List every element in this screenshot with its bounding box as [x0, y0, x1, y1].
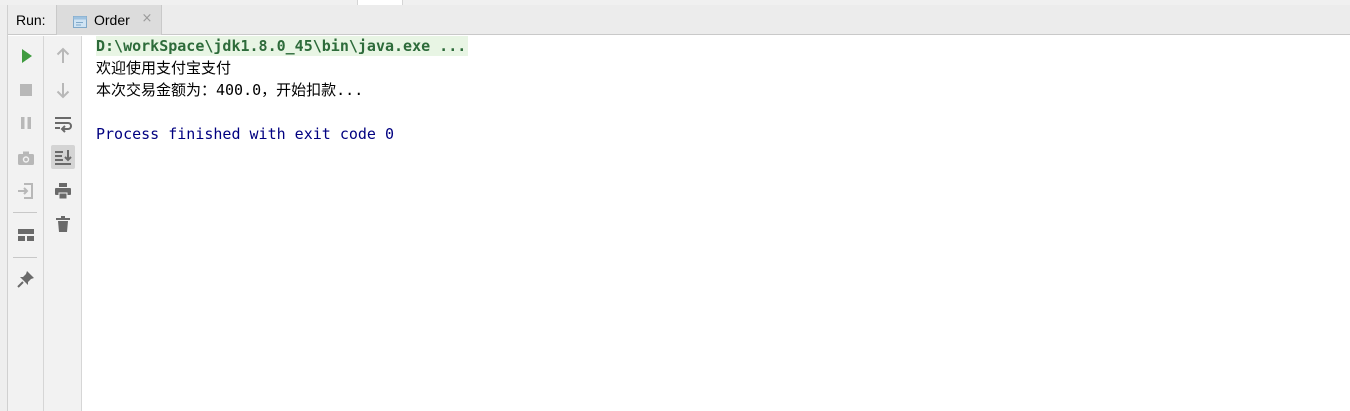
- restore-layout-button[interactable]: [14, 223, 38, 247]
- run-label: Run:: [16, 12, 46, 28]
- output-line: 欢迎使用支付宝支付: [96, 59, 232, 77]
- pause-button[interactable]: [14, 111, 38, 135]
- tab-label: Order: [94, 12, 130, 28]
- pin-icon: [17, 271, 34, 288]
- up-stack-trace-button[interactable]: [51, 44, 75, 68]
- pause-icon: [21, 117, 31, 129]
- down-stack-trace-button[interactable]: [51, 78, 75, 102]
- trash-icon: [56, 216, 70, 232]
- soft-wrap-icon: [55, 117, 72, 133]
- camera-icon: [18, 151, 34, 165]
- arrow-down-icon: [56, 83, 70, 99]
- exit-icon: [18, 183, 33, 199]
- print-icon: [55, 183, 71, 200]
- command-line[interactable]: D:\workSpace\jdk1.8.0_45\bin\java.exe ..…: [96, 36, 469, 56]
- exit-message: Process finished with exit code 0: [96, 125, 395, 143]
- output-line: 本次交易金额为：400.0，开始扣款...: [96, 81, 364, 99]
- close-icon[interactable]: ×: [140, 12, 154, 26]
- layout-icon: [18, 229, 34, 241]
- play-icon: [22, 49, 32, 63]
- soft-wrap-button[interactable]: [51, 111, 75, 135]
- toolbar-separator: [13, 257, 37, 258]
- run-toolbar-secondary: [44, 36, 82, 411]
- arrow-up-icon: [56, 47, 70, 63]
- left-window-edge: [0, 5, 8, 411]
- run-panel-header: Run: Order ×: [8, 5, 1350, 35]
- exit-button[interactable]: [14, 179, 38, 203]
- tab-order[interactable]: Order ×: [56, 5, 162, 35]
- console-icon: [73, 13, 87, 28]
- scroll-to-end-icon: [55, 150, 72, 165]
- print-button[interactable]: [51, 179, 75, 203]
- stop-icon: [20, 84, 32, 96]
- toolbar-separator: [13, 212, 37, 213]
- console-output[interactable]: D:\workSpace\jdk1.8.0_45\bin\java.exe ..…: [82, 36, 1350, 411]
- dump-threads-button[interactable]: [14, 146, 38, 170]
- stop-button[interactable]: [14, 78, 38, 102]
- pin-tab-button[interactable]: [14, 267, 38, 291]
- run-toolbar-primary: [8, 36, 44, 411]
- rerun-button[interactable]: [14, 44, 38, 68]
- scroll-to-end-button[interactable]: [51, 145, 75, 169]
- clear-all-button[interactable]: [51, 212, 75, 236]
